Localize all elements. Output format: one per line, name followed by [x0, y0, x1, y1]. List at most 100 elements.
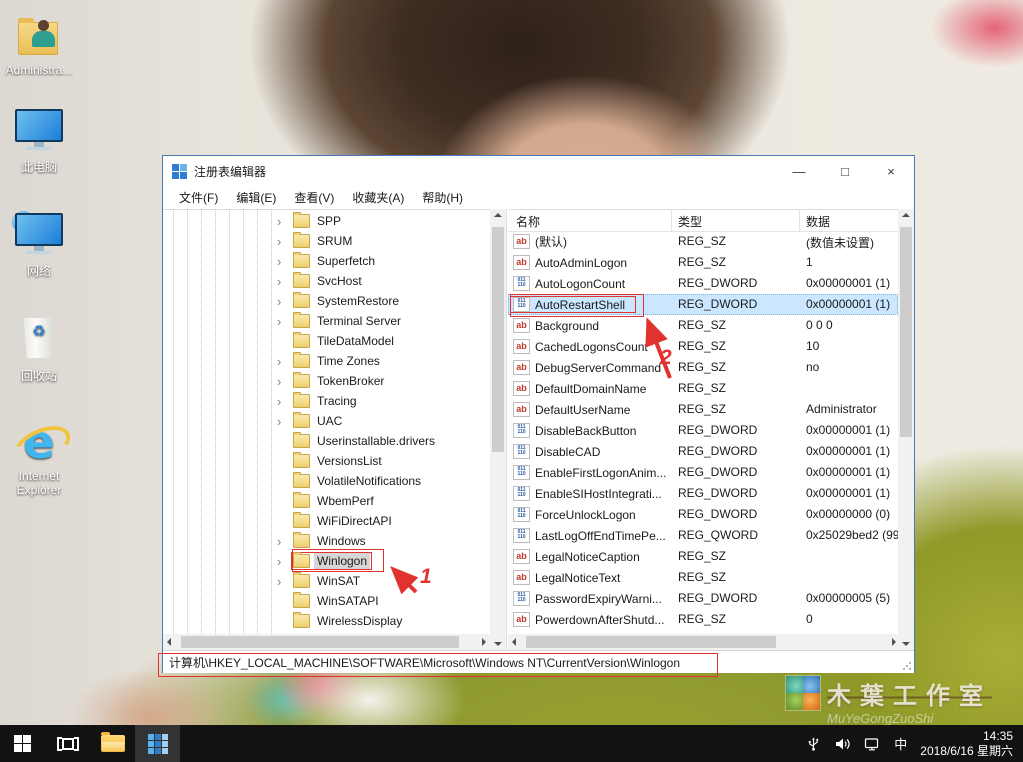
value-type: REG_DWORD — [678, 591, 758, 605]
chevron-right-icon[interactable]: › — [277, 235, 291, 248]
tree-node[interactable]: › VolatileNotifications — [163, 471, 490, 491]
tree-node[interactable]: › SvcHost — [163, 271, 490, 291]
registry-value-row[interactable]: AutoAdminLogon REG_SZ 1 — [508, 252, 898, 273]
desktop-icon-label: 网络 — [26, 264, 51, 278]
tree-node[interactable]: › WirelessDisplay — [163, 611, 490, 631]
desktop-icon-this-pc[interactable]: 此电脑 — [2, 106, 76, 174]
tree-node[interactable]: › WinSAT — [163, 571, 490, 591]
tree-horizontal-scrollbar[interactable] — [163, 634, 490, 650]
column-header-name[interactable]: 名称 — [516, 213, 540, 230]
desktop-icon-internet-explorer[interactable]: e Internet Explorer — [2, 418, 77, 497]
tree-node[interactable]: › UAC — [163, 411, 490, 431]
registry-value-row[interactable]: LastLogOffEndTimePe... REG_QWORD 0x25029… — [508, 525, 899, 546]
tree-node[interactable]: › Terminal Server — [163, 311, 490, 331]
maximize-button[interactable]: □ — [822, 156, 868, 186]
tree-node[interactable]: › Time Zones — [163, 351, 490, 371]
chevron-right-icon[interactable]: › — [277, 295, 291, 308]
registry-value-row[interactable]: CachedLogonsCount REG_SZ 10 — [508, 336, 898, 357]
tree-node[interactable]: › SystemRestore — [163, 291, 490, 311]
registry-value-row[interactable]: DisableCAD REG_DWORD 0x00000001 (1) — [508, 441, 898, 462]
scrollbar-thumb[interactable] — [900, 227, 912, 437]
ime-indicator[interactable]: 中 — [894, 734, 907, 753]
start-button[interactable] — [0, 725, 45, 762]
registry-value-row[interactable]: DisableBackButton REG_DWORD 0x00000001 (… — [508, 420, 898, 441]
chevron-right-icon[interactable]: › — [277, 375, 291, 388]
folder-icon — [293, 592, 310, 608]
chevron-right-icon[interactable]: › — [277, 415, 291, 428]
taskbar-clock[interactable]: 14:35 2018/6/16 星期六 — [920, 729, 1013, 759]
column-header-data[interactable]: 数据 — [806, 213, 830, 230]
scrollbar-thumb[interactable] — [492, 227, 504, 452]
registry-value-row[interactable]: ForceUnlockLogon REG_DWORD 0x00000000 (0… — [508, 504, 898, 525]
regedit-taskbar-button[interactable] — [135, 725, 180, 762]
tree-node[interactable]: › Windows — [163, 531, 490, 551]
chevron-right-icon[interactable]: › — [277, 575, 291, 588]
tree-node[interactable]: › VersionsList — [163, 451, 490, 471]
tree-node[interactable]: › Tracing — [163, 391, 490, 411]
registry-value-row[interactable]: DefaultDomainName REG_SZ — [508, 378, 898, 399]
tree-node[interactable]: › Superfetch — [163, 251, 490, 271]
tree-vertical-scrollbar[interactable] — [490, 209, 506, 650]
scroll-up-icon[interactable] — [494, 213, 502, 217]
registry-value-row[interactable]: LegalNoticeText REG_SZ — [508, 567, 898, 588]
tree-node[interactable]: › Userinstallable.drivers — [163, 431, 490, 451]
scroll-down-icon[interactable] — [494, 642, 502, 646]
registry-value-row[interactable]: (默认) REG_SZ (数值未设置) — [508, 231, 898, 252]
desktop-icon-administrator[interactable]: Administra... — [2, 12, 76, 77]
column-header-type[interactable]: 类型 — [678, 213, 702, 230]
scroll-right-icon[interactable] — [482, 638, 486, 646]
list-vertical-scrollbar[interactable] — [898, 209, 914, 650]
registry-value-row[interactable]: LegalNoticeCaption REG_SZ — [508, 546, 898, 567]
chevron-right-icon[interactable]: › — [277, 255, 291, 268]
scrollbar-thumb[interactable] — [181, 636, 459, 648]
scroll-left-icon[interactable] — [167, 638, 171, 646]
registry-value-row[interactable]: Background REG_SZ 0 0 0 — [508, 315, 898, 336]
chevron-right-icon[interactable]: › — [277, 315, 291, 328]
tree-node[interactable]: › WbemPerf — [163, 491, 490, 511]
menu-edit[interactable]: 编辑(E) — [227, 186, 285, 209]
scroll-right-icon[interactable] — [892, 638, 896, 646]
tree-node[interactable]: › WiFiDirectAPI — [163, 511, 490, 531]
registry-value-row[interactable]: AutoRestartShell REG_DWORD 0x00000001 (1… — [508, 294, 898, 315]
desktop-icon-network[interactable]: 网络 — [2, 210, 76, 278]
file-explorer-button[interactable] — [90, 725, 135, 762]
menu-view[interactable]: 查看(V) — [285, 186, 343, 209]
usb-icon[interactable] — [806, 736, 821, 752]
scroll-down-icon[interactable] — [902, 642, 910, 646]
registry-value-row[interactable]: DefaultUserName REG_SZ Administrator — [508, 399, 898, 420]
scrollbar-thumb[interactable] — [526, 636, 776, 648]
registry-value-row[interactable]: EnableSIHostIntegrati... REG_DWORD 0x000… — [508, 483, 898, 504]
volume-icon[interactable] — [834, 736, 851, 752]
registry-value-row[interactable]: DebugServerCommand REG_SZ no — [508, 357, 898, 378]
desktop-icon-recycle-bin[interactable]: ♻ 回收站 — [2, 316, 76, 383]
chevron-right-icon[interactable]: › — [277, 555, 291, 568]
registry-value-row[interactable]: EnableFirstLogonAnim... REG_DWORD 0x0000… — [508, 462, 898, 483]
chevron-right-icon[interactable]: › — [277, 275, 291, 288]
menu-help[interactable]: 帮助(H) — [413, 186, 472, 209]
tree-node[interactable]: › TileDataModel — [163, 331, 490, 351]
tree-node[interactable]: › WinSATAPI — [163, 591, 490, 611]
registry-value-row[interactable]: AutoLogonCount REG_DWORD 0x00000001 (1) — [508, 273, 898, 294]
minimize-button[interactable]: — — [776, 156, 822, 186]
tree-node[interactable]: › SPP — [163, 211, 490, 231]
network-icon[interactable] — [864, 736, 881, 752]
registry-value-row[interactable]: PowerdownAfterShutd... REG_SZ 0 — [508, 609, 898, 630]
menu-favorites[interactable]: 收藏夹(A) — [343, 186, 413, 209]
registry-value-row[interactable]: PasswordExpiryWarni... REG_DWORD 0x00000… — [508, 588, 898, 609]
close-button[interactable]: × — [868, 156, 914, 186]
chevron-right-icon[interactable]: › — [277, 215, 291, 228]
tree-node-label: WiFiDirectAPI — [317, 514, 392, 528]
resize-grip-icon[interactable] — [902, 661, 912, 671]
chevron-right-icon[interactable]: › — [277, 395, 291, 408]
task-view-button[interactable] — [45, 725, 90, 762]
chevron-right-icon[interactable]: › — [277, 535, 291, 548]
menu-file[interactable]: 文件(F) — [170, 186, 227, 209]
list-horizontal-scrollbar[interactable] — [508, 634, 900, 650]
title-bar[interactable]: 注册表编辑器 — □ × — [163, 156, 914, 186]
scroll-up-icon[interactable] — [902, 213, 910, 217]
chevron-right-icon[interactable]: › — [277, 355, 291, 368]
scroll-left-icon[interactable] — [512, 638, 516, 646]
tree-node[interactable]: › Winlogon — [163, 551, 490, 571]
tree-node[interactable]: › SRUM — [163, 231, 490, 251]
tree-node[interactable]: › TokenBroker — [163, 371, 490, 391]
